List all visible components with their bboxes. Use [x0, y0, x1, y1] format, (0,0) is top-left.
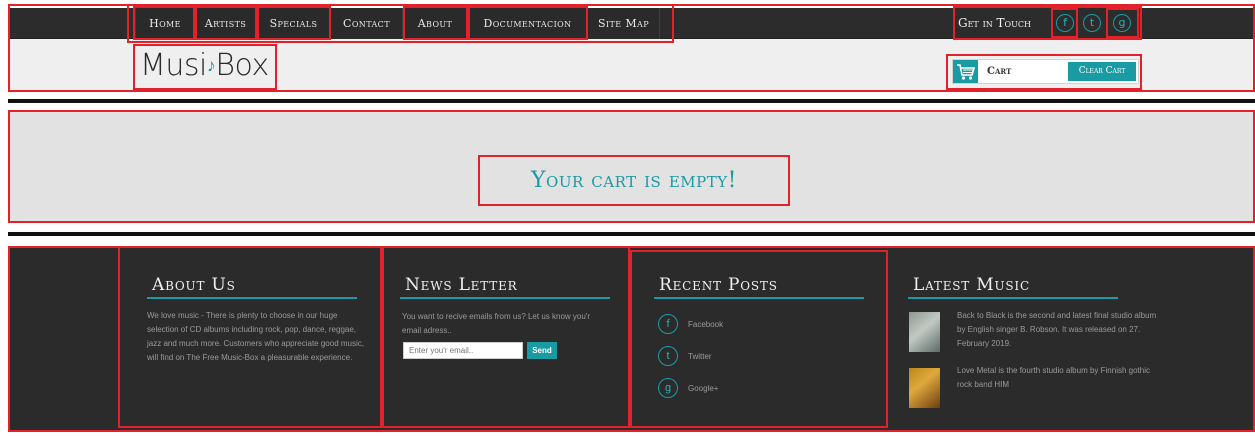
nav-contact[interactable]: Contact: [331, 8, 403, 39]
latest-music-underline: [908, 297, 1118, 299]
cart-empty-message: Your cart is empty!: [531, 168, 737, 193]
newsletter-title: News Letter: [405, 275, 518, 295]
recent-posts-title: Recent Posts: [659, 275, 778, 295]
divider-1: [8, 99, 1255, 103]
get-in-touch-label: Get in Touch: [958, 16, 1031, 30]
googleplus-icon[interactable]: g: [1113, 14, 1131, 32]
cart-label: Cart: [987, 66, 1012, 77]
divider-2: [8, 232, 1255, 236]
newsletter-email-input[interactable]: [403, 342, 523, 359]
recent-post-twitter[interactable]: Twitter: [688, 352, 712, 361]
newsletter-underline: [400, 297, 610, 299]
cart-icon[interactable]: [953, 60, 978, 83]
nav-artists[interactable]: Artists: [195, 8, 257, 39]
album-thumbnail-1[interactable]: [909, 312, 940, 352]
cart-widget: Cart Clear Cart: [952, 59, 1139, 84]
latest-music-title: Latest Music: [913, 275, 1030, 295]
twitter-icon[interactable]: t: [1083, 14, 1101, 32]
about-us-title: About Us: [152, 275, 236, 295]
latest-music-item-2[interactable]: Love Metal is the fourth studio album by…: [957, 364, 1162, 392]
facebook-icon[interactable]: f: [658, 314, 678, 334]
logo-text-part2: Box: [215, 48, 269, 83]
newsletter-send-button[interactable]: Send: [527, 342, 557, 359]
nav-home[interactable]: Home: [135, 8, 195, 39]
recent-post-googleplus[interactable]: Google+: [688, 384, 718, 393]
twitter-icon[interactable]: t: [658, 346, 678, 366]
recent-posts-underline: [654, 297, 864, 299]
facebook-icon[interactable]: f: [1056, 14, 1074, 32]
site-logo[interactable]: Musi♪Box: [140, 46, 274, 86]
newsletter-text: You want to recive emails from us? Let u…: [402, 312, 590, 335]
googleplus-icon[interactable]: g: [658, 378, 678, 398]
nav-about[interactable]: About: [403, 8, 468, 39]
album-thumbnail-2[interactable]: [909, 368, 940, 408]
about-us-underline: [147, 297, 357, 299]
nav-documentacion[interactable]: Documentacion: [468, 8, 588, 39]
latest-music-item-1[interactable]: Back to Black is the second and latest f…: [957, 309, 1162, 351]
about-us-text: We love music - There is plenty to choos…: [147, 311, 364, 362]
recent-post-facebook[interactable]: Facebook: [688, 320, 723, 329]
nav-site-map[interactable]: Site Map: [588, 8, 660, 39]
logo-text-part1: Musi: [140, 48, 207, 83]
clear-cart-button[interactable]: Clear Cart: [1068, 62, 1136, 81]
nav-specials[interactable]: Specials: [257, 8, 331, 39]
